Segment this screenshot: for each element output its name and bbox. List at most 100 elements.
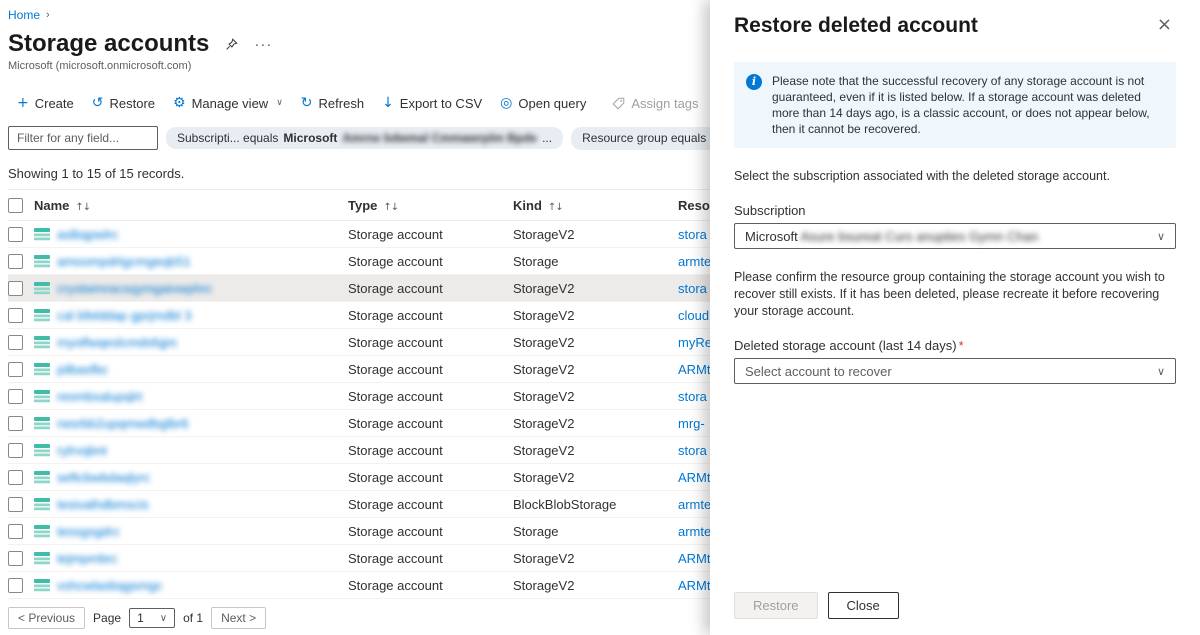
- column-header-kind[interactable]: Kind↑↓: [513, 190, 678, 221]
- storage-account-link[interactable]: myolfwqeslcmdsfqjm: [57, 335, 177, 350]
- table-row[interactable]: tesivalhdbmscis Storage account BlockBlo…: [8, 491, 710, 518]
- pill-ellipsis: ...: [542, 131, 552, 145]
- storage-account-icon: [34, 389, 50, 403]
- previous-page-button[interactable]: < Previous: [8, 607, 85, 629]
- table-row[interactable]: crystwmracsqymgaivwphrc Storage account …: [8, 275, 710, 302]
- resource-group-link[interactable]: cloud: [678, 308, 709, 323]
- close-button[interactable]: Close: [828, 592, 899, 619]
- row-checkbox[interactable]: [8, 308, 23, 323]
- manage-view-button[interactable]: ⚙ Manage view ∨: [164, 86, 292, 120]
- open-query-label: Open query: [518, 96, 586, 111]
- required-asterisk: *: [959, 338, 964, 353]
- next-page-button[interactable]: Next >: [211, 607, 266, 629]
- close-panel-icon[interactable]: ×: [1153, 14, 1176, 36]
- open-query-button[interactable]: ◎ Open query: [491, 86, 595, 120]
- storage-account-link[interactable]: resmbsalupqlrt: [57, 389, 142, 404]
- table-row[interactable]: seftcbwbdaqlyrc Storage account StorageV…: [8, 464, 710, 491]
- storage-account-link[interactable]: rwsrbb2upqmwdbglbr6: [57, 416, 189, 431]
- resource-group-link[interactable]: mrg-: [678, 416, 705, 431]
- resource-group-link[interactable]: armte: [678, 524, 710, 539]
- row-kind: StorageV2: [513, 275, 678, 302]
- storage-account-icon: [34, 524, 50, 538]
- resource-group-link[interactable]: myRe: [678, 335, 710, 350]
- table-row[interactable]: tejmpmbrc Storage account StorageV2 ARMt: [8, 545, 710, 572]
- storage-account-link[interactable]: tesivalhdbmscis: [57, 497, 149, 512]
- restore-toolbar-button[interactable]: ↺ Restore: [83, 86, 164, 120]
- storage-account-link[interactable]: rylrvqbnt: [57, 443, 107, 458]
- table-row[interactable]: aslbqpwlrc Storage account StorageV2 sto…: [8, 221, 710, 248]
- subscription-filter-pill[interactable]: Subscripti... equals Microsoft Amrne bdw…: [166, 127, 563, 149]
- row-checkbox[interactable]: [8, 254, 23, 269]
- row-checkbox[interactable]: [8, 281, 23, 296]
- table-row[interactable]: rwsrbb2upqmwdbglbr6 Storage account Stor…: [8, 410, 710, 437]
- row-checkbox[interactable]: [8, 443, 23, 458]
- resource-group-link[interactable]: stora: [678, 281, 707, 296]
- table-row[interactable]: rylrvqbnt Storage account StorageV2 stor…: [8, 437, 710, 464]
- table-row[interactable]: myolfwqeslcmdsfqjm Storage account Stora…: [8, 329, 710, 356]
- resource-group-filter-pill[interactable]: Resource group equals all ×: [571, 127, 710, 150]
- row-checkbox[interactable]: [8, 389, 23, 404]
- row-type: Storage account: [348, 275, 513, 302]
- row-type: Storage account: [348, 221, 513, 248]
- column-header-type[interactable]: Type↑↓: [348, 190, 513, 221]
- column-header-name[interactable]: Name↑↓: [34, 190, 348, 221]
- row-checkbox[interactable]: [8, 551, 23, 566]
- resource-group-link[interactable]: stora: [678, 227, 707, 242]
- refresh-button[interactable]: ↻ Refresh: [292, 86, 373, 120]
- page-value: 1: [137, 611, 144, 625]
- column-header-resource-group[interactable]: Resou: [678, 190, 710, 221]
- row-checkbox[interactable]: [8, 227, 23, 242]
- tag-icon: [612, 97, 625, 110]
- storage-account-link[interactable]: crystwmracsqymgaivwphrc: [57, 281, 212, 296]
- storage-account-link[interactable]: aslbqpwlrc: [57, 227, 118, 242]
- more-options-icon[interactable]: ···: [254, 36, 272, 53]
- storage-accounts-table: Name↑↓ Type↑↓ Kind↑↓ Resou aslbqpwlrc: [8, 189, 710, 599]
- storage-account-link[interactable]: amoompdrtgcmgeqb51: [57, 254, 191, 269]
- resource-group-link[interactable]: ARMt: [678, 551, 710, 566]
- row-checkbox[interactable]: [8, 335, 23, 350]
- row-checkbox[interactable]: [8, 416, 23, 431]
- resource-group-link[interactable]: armte: [678, 497, 710, 512]
- download-icon: ↓: [382, 96, 394, 110]
- pagination: < Previous Page 1 ∨ of 1 Next >: [8, 599, 710, 629]
- resource-group-link[interactable]: ARMt: [678, 470, 710, 485]
- table-row[interactable]: cal bfelddap gprjmdbl 3 Storage account …: [8, 302, 710, 329]
- storage-account-link[interactable]: seftcbwbdaqlyrc: [57, 470, 150, 485]
- breadcrumb-home-link[interactable]: Home: [8, 8, 40, 22]
- resource-group-link[interactable]: stora: [678, 389, 707, 404]
- page-select[interactable]: 1 ∨: [129, 608, 175, 628]
- storage-account-link[interactable]: tejmpmbrc: [57, 551, 118, 566]
- chevron-down-icon: ∨: [1157, 230, 1165, 243]
- restore-button[interactable]: Restore: [734, 592, 818, 619]
- subscription-select[interactable]: Microsoft Asure bsureat Curs anupties Gy…: [734, 223, 1176, 249]
- table-row[interactable]: vshcwlasbqgsmgc Storage account StorageV…: [8, 572, 710, 599]
- storage-account-link[interactable]: vshcwlasbqgsmgc: [57, 578, 163, 593]
- storage-account-link[interactable]: cal bfelddap gprjmdbl 3: [57, 308, 191, 323]
- storage-account-link[interactable]: pilbasfbc: [57, 362, 108, 377]
- create-button[interactable]: + Create: [8, 86, 83, 120]
- row-checkbox[interactable]: [8, 578, 23, 593]
- filter-input[interactable]: [8, 126, 158, 150]
- resource-group-link[interactable]: armte: [678, 254, 710, 269]
- pin-icon[interactable]: [225, 38, 238, 51]
- page-subtitle: Microsoft (microsoft.onmicrosoft.com): [8, 60, 710, 72]
- table-row[interactable]: pilbasfbc Storage account StorageV2 ARMt: [8, 356, 710, 383]
- row-checkbox[interactable]: [8, 362, 23, 377]
- export-csv-button[interactable]: ↓ Export to CSV: [373, 86, 491, 120]
- resource-group-note-text: Please confirm the resource group contai…: [734, 269, 1176, 320]
- subscription-intro-text: Select the subscription associated with …: [734, 168, 1176, 185]
- assign-tags-button[interactable]: Assign tags: [603, 86, 707, 120]
- row-checkbox[interactable]: [8, 524, 23, 539]
- select-all-checkbox[interactable]: [8, 198, 23, 213]
- row-kind: StorageV2: [513, 302, 678, 329]
- row-checkbox[interactable]: [8, 497, 23, 512]
- resource-group-link[interactable]: ARMt: [678, 362, 710, 377]
- resource-group-link[interactable]: ARMt: [678, 578, 710, 593]
- deleted-account-select[interactable]: Select account to recover ∨: [734, 358, 1176, 384]
- storage-account-link[interactable]: tessgsgdrc: [57, 524, 120, 539]
- row-checkbox[interactable]: [8, 470, 23, 485]
- table-row[interactable]: tessgsgdrc Storage account Storage armte: [8, 518, 710, 545]
- resource-group-link[interactable]: stora: [678, 443, 707, 458]
- table-row[interactable]: amoompdrtgcmgeqb51 Storage account Stora…: [8, 248, 710, 275]
- table-row[interactable]: resmbsalupqlrt Storage account StorageV2…: [8, 383, 710, 410]
